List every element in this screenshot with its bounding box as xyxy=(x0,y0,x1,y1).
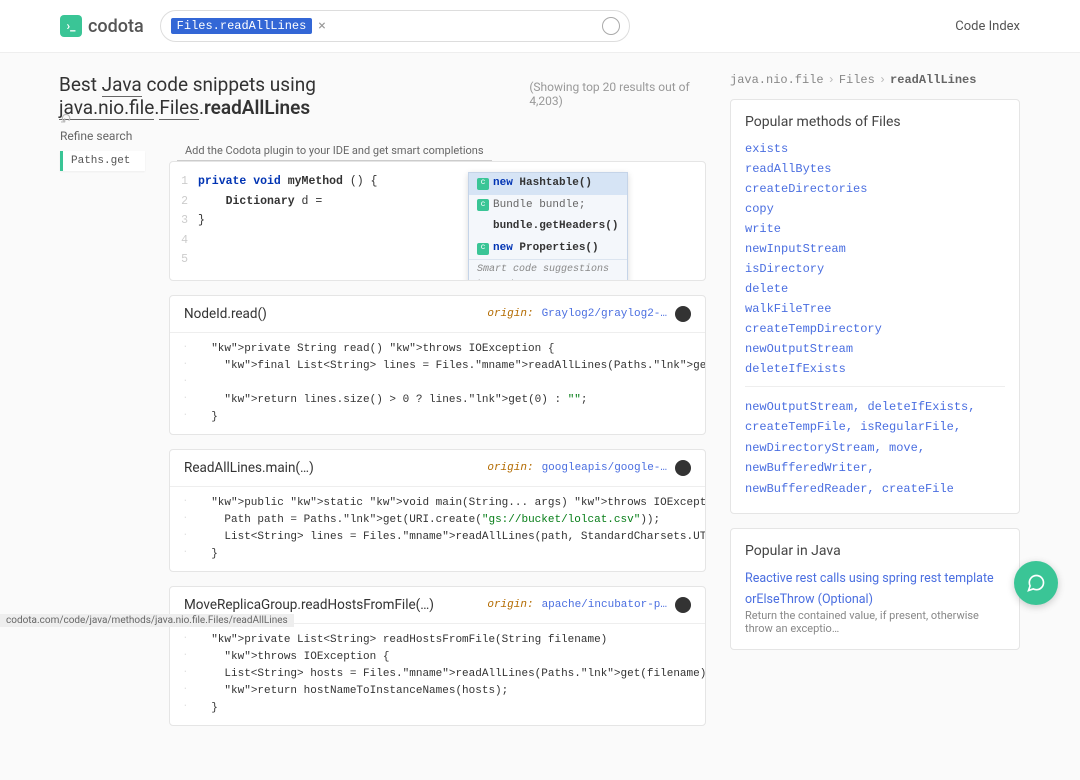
origin-label: origin: xyxy=(487,462,533,474)
breadcrumb: java.nio.file›Files›readAllLines xyxy=(730,73,1020,87)
code-index-link[interactable]: Code Index xyxy=(955,19,1020,34)
method-link[interactable]: readAllBytes xyxy=(745,162,1005,176)
results-count: (Showing top 20 results out of 4,203) xyxy=(529,80,706,108)
method-link-inline[interactable]: newOutputStream xyxy=(745,400,853,414)
breadcrumb-method: readAllLines xyxy=(890,73,976,87)
snippet-title[interactable]: NodeId.read() xyxy=(184,306,479,322)
breadcrumb-pkg[interactable]: java.nio.file xyxy=(730,73,824,87)
method-link[interactable]: createTempDirectory xyxy=(745,322,1005,336)
method-link-inline[interactable]: newDirectoryStream xyxy=(745,441,875,455)
snippet-card: NodeId.read() origin: Graylog2/graylog2-…… xyxy=(169,295,706,435)
popup-item[interactable]: cBundle bundle; xyxy=(469,195,627,217)
logo-text: codota xyxy=(88,16,144,37)
suggestion-icon: c xyxy=(477,178,489,190)
chat-icon xyxy=(1026,573,1046,593)
logo[interactable]: ›_ codota xyxy=(60,15,144,37)
popular-desc: Return the contained value, if present, … xyxy=(745,609,1005,635)
refine-sidebar: ↻ Refine search Paths.get xyxy=(60,73,145,740)
autocomplete-popup: cnew Hashtable() cBundle bundle; bundle.… xyxy=(468,172,628,281)
popup-item[interactable]: cnew Hashtable() xyxy=(469,173,627,195)
origin-link[interactable]: Graylog2/graylog2-… xyxy=(542,308,667,320)
search-value: Files.readAllLines xyxy=(171,18,313,34)
refine-arrow-icon: ↻ xyxy=(60,109,72,125)
logo-icon: ›_ xyxy=(60,15,82,37)
side-title: Popular methods of Files xyxy=(745,114,1005,130)
method-link-inline[interactable]: isRegularFile xyxy=(860,420,954,434)
popular-link[interactable]: Reactive rest calls using spring rest te… xyxy=(745,571,994,586)
breadcrumb-class[interactable]: Files xyxy=(839,73,875,87)
method-link[interactable]: delete xyxy=(745,282,1005,296)
origin-link[interactable]: googleapis/google-… xyxy=(542,462,667,474)
popup-item[interactable]: cnew Properties() xyxy=(469,238,627,260)
plugin-banner-wrap: Add the Codota plugin to your IDE and ge… xyxy=(169,141,706,161)
code-preview-card: cnew Hashtable() cBundle bundle; bundle.… xyxy=(169,161,706,281)
method-link[interactable]: newOutputStream xyxy=(745,342,1005,356)
github-icon[interactable] xyxy=(675,597,691,613)
refine-label: Refine search xyxy=(60,129,145,143)
github-icon[interactable] xyxy=(675,460,691,476)
search-wrap: Files.readAllLines × xyxy=(160,10,630,42)
popular-link[interactable]: orElseThrow (Optional) xyxy=(745,592,873,607)
method-link-inline[interactable]: newBufferedWriter xyxy=(745,461,867,475)
refine-chip[interactable]: Paths.get xyxy=(60,151,145,171)
method-link-inline[interactable]: move xyxy=(889,441,918,455)
popular-methods-card: Popular methods of Files exists readAllBy… xyxy=(730,99,1020,514)
popup-item-sub: bundle.getHeaders() xyxy=(469,216,627,238)
more-methods: newOutputStream, deleteIfExists, createT… xyxy=(745,386,1005,499)
search-input[interactable]: Files.readAllLines × xyxy=(160,10,630,42)
method-link[interactable]: exists xyxy=(745,142,1005,156)
search-submit-icon[interactable] xyxy=(602,17,620,35)
github-icon[interactable] xyxy=(675,306,691,322)
origin-link[interactable]: apache/incubator-p… xyxy=(542,599,667,611)
method-link-inline[interactable]: createTempFile xyxy=(745,420,846,434)
method-link-inline[interactable]: createFile xyxy=(882,482,954,496)
snippet-title[interactable]: ReadAllLines.main(…) xyxy=(184,460,479,476)
clear-search-icon[interactable]: × xyxy=(318,18,325,34)
method-link[interactable]: copy xyxy=(745,202,1005,216)
snippet-card: ReadAllLines.main(…) origin: googleapis/g… xyxy=(169,449,706,572)
title-row: Best Java code snippets using java.nio.f… xyxy=(59,73,706,123)
method-link-inline[interactable]: deleteIfExists xyxy=(867,400,968,414)
suggestion-icon: c xyxy=(477,199,489,211)
popular-java-card: Popular in Java Reactive rest calls usin… xyxy=(730,528,1020,650)
side-title: Popular in Java xyxy=(745,543,1005,559)
plugin-banner[interactable]: Add the Codota plugin to your IDE and ge… xyxy=(177,141,492,161)
method-link[interactable]: deleteIfExists xyxy=(745,362,1005,376)
method-link[interactable]: isDirectory xyxy=(745,262,1005,276)
suggestion-icon: c xyxy=(477,243,489,255)
method-link[interactable]: createDirectories xyxy=(745,182,1005,196)
method-link-inline[interactable]: newBufferedReader xyxy=(745,482,867,496)
snippet-title[interactable]: MoveReplicaGroup.readHostsFromFile(…) xyxy=(184,597,479,613)
method-link[interactable]: newInputStream xyxy=(745,242,1005,256)
popup-footer: Smart code suggestions by Codota xyxy=(469,259,627,280)
origin-label: origin: xyxy=(487,308,533,320)
status-bar-url: codota.com/code/java/methods/java.nio.fi… xyxy=(0,614,294,627)
method-link[interactable]: walkFileTree xyxy=(745,302,1005,316)
snippet-card: MoveReplicaGroup.readHostsFromFile(…) ori… xyxy=(169,586,706,726)
chat-fab[interactable] xyxy=(1014,561,1058,605)
page-title: Best Java code snippets using java.nio.f… xyxy=(59,73,519,119)
method-link[interactable]: write xyxy=(745,222,1005,236)
origin-label: origin: xyxy=(487,599,533,611)
header: ›_ codota Files.readAllLines × Code Inde… xyxy=(0,0,1080,53)
